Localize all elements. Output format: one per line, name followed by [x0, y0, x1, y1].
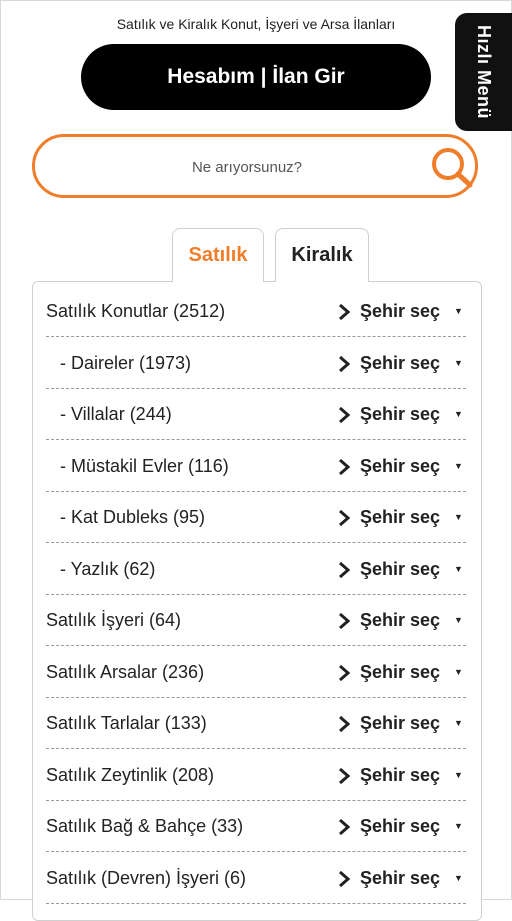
chevron-right-icon	[339, 870, 350, 887]
city-select-dropdown[interactable]: Şehir seç ▼	[336, 389, 466, 439]
site-tagline: Satılık ve Kiralık Konut, İşyeri ve Arsa…	[116, 16, 396, 32]
chevron-right-icon	[339, 561, 350, 578]
listing-category-link[interactable]: - Kat Dubleks (95)	[60, 492, 205, 542]
city-select-dropdown[interactable]: Şehir seç ▼	[336, 801, 466, 851]
search-icon[interactable]	[429, 146, 475, 190]
city-select-label: Şehir seç	[360, 867, 441, 888]
city-select-dropdown[interactable]: Şehir seç ▼	[336, 338, 466, 388]
listing-category-link[interactable]: - Müstakil Evler (116)	[60, 441, 229, 491]
caret-down-icon: ▼	[454, 666, 463, 677]
city-select-dropdown[interactable]: Şehir seç ▼	[336, 544, 466, 594]
caret-down-icon: ▼	[454, 357, 463, 368]
caret-down-icon: ▼	[454, 821, 463, 831]
chevron-right-icon	[339, 509, 350, 527]
listing-category-link[interactable]: Satılık Konutlar (2512)	[46, 286, 225, 336]
city-select-label: Şehir seç	[360, 301, 441, 321]
chevron-right-icon	[339, 818, 350, 836]
chevron-right-icon	[339, 355, 350, 372]
chevron-right-icon	[339, 715, 350, 733]
caret-down-icon: ▼	[454, 872, 463, 883]
city-select-dropdown[interactable]: Şehir seç ▼	[336, 698, 466, 748]
tab-satilik[interactable]: Satılık	[172, 228, 264, 282]
chevron-right-icon	[339, 664, 350, 681]
tab-kiralik[interactable]: Kiralık	[275, 228, 369, 282]
listing-category-link[interactable]: - Yazlık (62)	[60, 544, 155, 594]
listing-row: Satılık Zeytinlik (208) Şehir seç ▼	[46, 750, 466, 801]
city-select-dropdown[interactable]: Şehir seç ▼	[336, 441, 466, 491]
search-input[interactable]	[95, 147, 399, 187]
city-select-label: Şehir seç	[360, 507, 441, 527]
listing-category-link[interactable]: Satılık Tarlalar (133)	[46, 698, 207, 748]
listing-row: Satılık (Devren) İşyeri (6) Şehir seç ▼	[46, 853, 466, 904]
quick-menu-button[interactable]: Hızlı Menü	[455, 13, 512, 131]
caret-down-icon: ▼	[454, 615, 463, 625]
city-select-dropdown[interactable]: Şehir seç ▼	[336, 750, 466, 800]
caret-down-icon: ▼	[454, 512, 463, 522]
search-bar	[32, 134, 478, 198]
caret-down-icon: ▼	[454, 718, 463, 728]
chevron-right-icon	[339, 767, 350, 784]
listing-row: Satılık Tarlalar (133) Şehir seç ▼	[46, 698, 466, 749]
city-select-dropdown[interactable]: Şehir seç ▼	[336, 853, 466, 903]
caret-down-icon: ▼	[454, 769, 463, 780]
caret-down-icon: ▼	[454, 306, 463, 316]
city-select-label: Şehir seç	[360, 404, 441, 424]
chevron-right-icon	[339, 612, 350, 630]
city-select-dropdown[interactable]: Şehir seç ▼	[336, 492, 466, 542]
city-select-label: Şehir seç	[360, 713, 441, 733]
listing-row: Satılık Arsalar (236) Şehir seç ▼	[46, 647, 466, 698]
city-select-label: Şehir seç	[360, 352, 441, 373]
listing-row: - Müstakil Evler (116) Şehir seç ▼	[46, 441, 466, 492]
listing-row: Satılık Bağ & Bahçe (33) Şehir seç ▼	[46, 801, 466, 852]
city-select-label: Şehir seç	[360, 455, 441, 476]
chevron-right-icon	[339, 458, 350, 475]
chevron-right-icon	[339, 406, 350, 424]
listing-row: - Villalar (244) Şehir seç ▼	[46, 389, 466, 440]
listing-category-link[interactable]: - Daireler (1973)	[60, 338, 191, 388]
city-select-dropdown[interactable]: Şehir seç ▼	[336, 286, 466, 336]
listing-row: - Daireler (1973) Şehir seç ▼	[46, 338, 466, 389]
listing-category-link[interactable]: Satılık Arsalar (236)	[46, 647, 204, 697]
account-post-ad-button[interactable]: Hesabım | İlan Gir	[81, 44, 431, 110]
city-select-label: Şehir seç	[360, 558, 441, 579]
listing-category-link[interactable]: - Villalar (244)	[60, 389, 172, 439]
city-select-dropdown[interactable]: Şehir seç ▼	[336, 595, 466, 645]
quick-menu-label: Hızlı Menü	[474, 25, 494, 119]
listing-category-link[interactable]: Satılık Zeytinlik (208)	[46, 750, 214, 800]
caret-down-icon: ▼	[454, 563, 463, 574]
listing-category-link[interactable]: Satılık (Devren) İşyeri (6)	[46, 853, 246, 903]
listing-row: - Yazlık (62) Şehir seç ▼	[46, 544, 466, 595]
listing-row: - Kat Dubleks (95) Şehir seç ▼	[46, 492, 466, 543]
chevron-right-icon	[339, 303, 350, 321]
listing-row: Satılık İşyeri (64) Şehir seç ▼	[46, 595, 466, 646]
listing-category-link[interactable]: Satılık Bağ & Bahçe (33)	[46, 801, 243, 851]
city-select-dropdown[interactable]: Şehir seç ▼	[336, 647, 466, 697]
city-select-label: Şehir seç	[360, 764, 441, 785]
city-select-label: Şehir seç	[360, 610, 441, 630]
caret-down-icon: ▼	[454, 460, 463, 471]
caret-down-icon: ▼	[454, 409, 463, 419]
listing-row: Satılık Konutlar (2512) Şehir seç ▼	[46, 286, 466, 337]
city-select-label: Şehir seç	[360, 661, 441, 682]
listing-category-link[interactable]: Satılık İşyeri (64)	[46, 595, 181, 645]
city-select-label: Şehir seç	[360, 816, 441, 836]
